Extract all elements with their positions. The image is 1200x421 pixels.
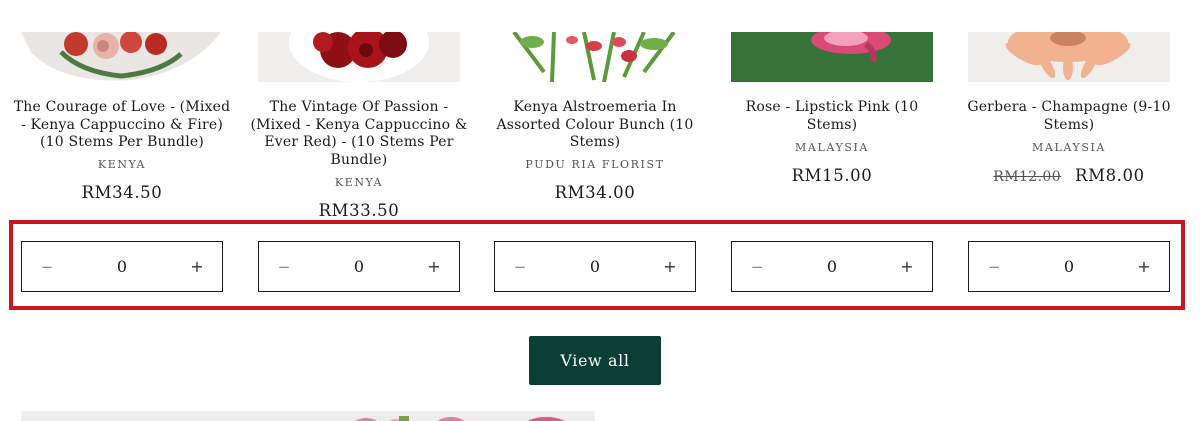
increase-quantity-button[interactable]: + — [1119, 242, 1169, 291]
price-row: RM33.50 — [258, 201, 460, 220]
quantity-input[interactable] — [1019, 256, 1119, 277]
product-vendor: KENYA — [97, 158, 147, 171]
price-row: RM15.00 — [731, 166, 933, 185]
quantity-stepper: − + — [494, 241, 696, 292]
product-vendor: PUDU RIA FLORIST — [525, 158, 665, 171]
product-price: RM34.00 — [554, 183, 636, 202]
quantity-input[interactable] — [545, 256, 645, 277]
quantity-stepper: − + — [968, 241, 1170, 292]
quantity-input[interactable] — [309, 256, 409, 277]
product-vendor: MALAYSIA — [795, 141, 869, 154]
product-title[interactable]: The Courage of Love - (Mixed - Kenya Cap… — [11, 99, 233, 152]
decrease-quantity-button[interactable]: − — [495, 242, 545, 291]
decrease-quantity-button[interactable]: − — [732, 242, 782, 291]
view-all-button[interactable]: View all — [529, 336, 661, 385]
product-title[interactable]: The Vintage Of Passion - (Mixed - Kenya … — [248, 99, 470, 169]
increase-quantity-button[interactable]: + — [882, 242, 932, 291]
pink-rose-image[interactable] — [731, 32, 933, 82]
product-price: RM34.50 — [81, 183, 163, 202]
product-title[interactable]: Rose - Lipstick Pink (10 Stems) — [721, 99, 943, 134]
alstroemeria-bunch-image[interactable] — [494, 32, 696, 82]
product-title[interactable]: Kenya Alstroemeria In Assorted Colour Bu… — [484, 99, 706, 152]
increase-quantity-button[interactable]: + — [172, 242, 222, 291]
red-rose-bouquet-image[interactable] — [258, 32, 460, 82]
decrease-quantity-button[interactable]: − — [22, 242, 72, 291]
product-vendor: MALAYSIA — [1032, 141, 1106, 154]
mixed-rose-bouquet-image[interactable] — [21, 32, 223, 82]
increase-quantity-button[interactable]: + — [409, 242, 459, 291]
quantity-stepper: − + — [21, 241, 223, 292]
price-row: RM34.50 — [21, 183, 223, 202]
compare-price: RM12.00 — [993, 169, 1062, 185]
gerbera-image[interactable] — [968, 32, 1170, 82]
product-vendor: KENYA — [334, 176, 384, 189]
decrease-quantity-button[interactable]: − — [259, 242, 309, 291]
product-price: RM15.00 — [791, 166, 873, 185]
quantity-stepper: − + — [258, 241, 460, 292]
product-price: RM33.50 — [318, 201, 400, 220]
quantity-stepper: − + — [731, 241, 933, 292]
increase-quantity-button[interactable]: + — [645, 242, 695, 291]
price-row: RM12.00 RM8.00 — [968, 166, 1170, 185]
decrease-quantity-button[interactable]: − — [969, 242, 1019, 291]
price-row: RM34.00 — [494, 183, 696, 202]
product-price: RM8.00 — [1075, 166, 1145, 185]
quantity-input[interactable] — [782, 256, 882, 277]
quantity-input[interactable] — [72, 256, 172, 277]
product-title[interactable]: Gerbera - Champagne (9-10 Stems) — [958, 99, 1180, 134]
collection-banner-image[interactable] — [21, 411, 595, 421]
